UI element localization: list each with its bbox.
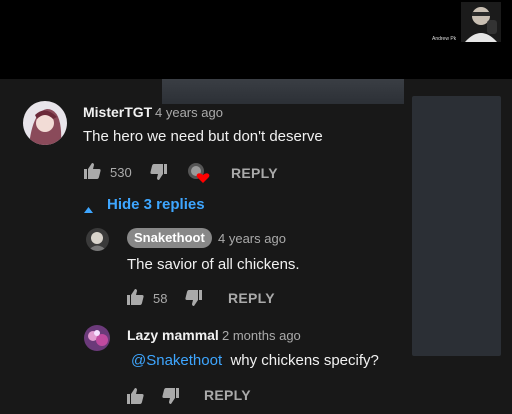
- thumbs-down-icon[interactable]: [150, 164, 167, 185]
- reply-button[interactable]: REPLY: [231, 165, 278, 181]
- hide-replies-button[interactable]: Hide 3 replies: [107, 196, 205, 213]
- thumbs-down-icon[interactable]: [162, 388, 179, 409]
- reply-button[interactable]: REPLY: [228, 290, 275, 306]
- reply-text: @Snakethoot why chickens specify?: [131, 352, 379, 369]
- comment-time[interactable]: 4 years ago: [155, 105, 223, 120]
- mention-link[interactable]: @Snakethoot: [131, 352, 222, 369]
- blurred-sidebar-panel: [412, 96, 501, 356]
- like-count: 58: [153, 291, 168, 306]
- thumbs-up-icon[interactable]: [127, 388, 144, 409]
- reply-button[interactable]: REPLY: [204, 387, 251, 403]
- blurred-content-strip: [162, 79, 404, 104]
- reply-time[interactable]: 4 years ago: [218, 231, 286, 246]
- webcam-name: Andrew Pk: [432, 36, 457, 42]
- reply-time[interactable]: 2 months ago: [222, 328, 301, 343]
- comment-author[interactable]: MisterTGT: [83, 104, 152, 120]
- avatar[interactable]: [86, 228, 109, 251]
- reply-text-body: why chickens specify?: [230, 352, 379, 369]
- like-count: 530: [110, 165, 132, 180]
- avatar[interactable]: [23, 101, 67, 145]
- avatar[interactable]: [84, 325, 110, 351]
- comment-text: The hero we need but don't deserve: [83, 128, 323, 145]
- author-chip[interactable]: Snakethoot: [127, 228, 212, 248]
- thumbs-up-icon[interactable]: [84, 163, 101, 184]
- thumbs-down-icon[interactable]: [185, 290, 202, 311]
- thumbs-up-icon[interactable]: [127, 289, 144, 310]
- reply-text: The savior of all chickens.: [127, 256, 300, 273]
- webcam-overlay: [461, 2, 501, 42]
- reply-author[interactable]: Lazy mammal: [127, 327, 219, 343]
- creator-heart-icon: [187, 163, 211, 190]
- caret-up-icon[interactable]: [84, 200, 93, 218]
